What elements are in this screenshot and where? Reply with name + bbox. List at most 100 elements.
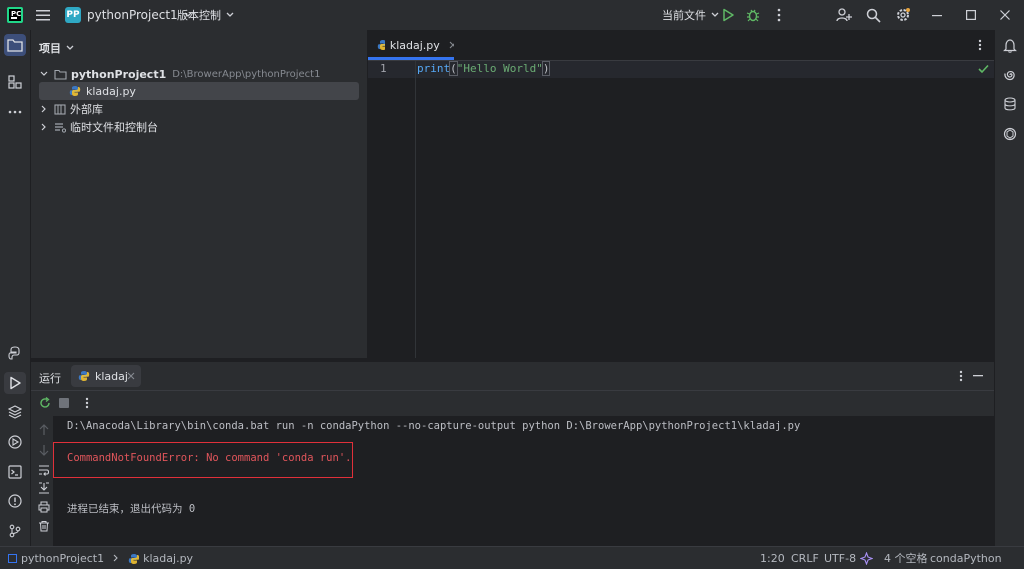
- problems-tool-button[interactable]: [4, 490, 26, 512]
- run-tab-label: kladaj: [95, 369, 128, 383]
- pycharm-logo-icon[interactable]: PC: [7, 0, 23, 30]
- left-tool-strip: [0, 30, 31, 546]
- main-menu-icon[interactable]: [36, 0, 50, 30]
- editor-tab-kladaj[interactable]: kladaj.py: [368, 30, 454, 60]
- layers-icon: [8, 405, 22, 419]
- breadcrumb-file[interactable]: kladaj.py: [143, 552, 193, 565]
- chevron-down-icon: [40, 71, 48, 76]
- more-tools-icon[interactable]: [4, 101, 26, 123]
- services-tool-button[interactable]: [4, 431, 26, 453]
- line-separator[interactable]: CRLF: [791, 547, 819, 569]
- editor-area: kladaj.py 1 print("Hello World"): [368, 30, 994, 358]
- soft-wrap-icon[interactable]: [38, 464, 50, 476]
- caret-position[interactable]: 1:20: [760, 547, 785, 569]
- status-bar: pythonProject1 kladaj.py 1:20 CRLF UTF-8…: [0, 546, 1024, 569]
- sciview-button[interactable]: [999, 123, 1021, 145]
- code-string: "Hello World": [456, 62, 543, 75]
- database-button[interactable]: [999, 93, 1021, 115]
- git-tool-button[interactable]: [4, 520, 26, 542]
- python-file-icon: [69, 86, 81, 96]
- run-tool-button[interactable]: [4, 372, 26, 394]
- right-tool-strip: [994, 30, 1024, 546]
- vcs-selector[interactable]: 版本控制: [177, 0, 234, 30]
- project-name: pythonProject1: [87, 8, 178, 22]
- gutter-divider: [415, 61, 416, 358]
- folder-icon: [54, 69, 67, 80]
- python-interpreter[interactable]: condaPython: [930, 547, 1002, 569]
- run-button[interactable]: [722, 0, 734, 30]
- structure-tool-button[interactable]: [4, 71, 26, 93]
- search-icon[interactable]: [866, 0, 881, 30]
- clear-trash-icon[interactable]: [38, 520, 50, 532]
- scroll-down-icon[interactable]: [39, 444, 49, 456]
- chevron-down-icon: [226, 12, 234, 17]
- tree-item-scratches[interactable]: 临时文件和控制台: [39, 118, 158, 136]
- settings-gear-icon[interactable]: [895, 0, 911, 30]
- services-icon: [8, 435, 22, 449]
- add-user-icon[interactable]: [836, 0, 852, 30]
- layers-tool-button[interactable]: [4, 401, 26, 423]
- python-console-button[interactable]: [4, 342, 26, 364]
- tree-item-label: 外部库: [70, 103, 103, 116]
- tree-item-external-libraries[interactable]: 外部库: [39, 100, 103, 118]
- rerun-icon[interactable]: [39, 397, 51, 409]
- git-branch-icon: [9, 524, 21, 538]
- folder-icon: [7, 39, 23, 52]
- structure-icon: [8, 75, 22, 89]
- bug-icon: [746, 9, 760, 22]
- warning-circle-icon: [8, 494, 22, 508]
- indent-setting[interactable]: 4 个空格: [884, 547, 928, 569]
- project-icon: [8, 553, 17, 563]
- inspection-ok-icon[interactable]: [978, 64, 989, 74]
- run-config-label: 当前文件: [662, 9, 706, 22]
- stop-icon[interactable]: [59, 398, 69, 408]
- library-icon: [54, 103, 66, 115]
- maximize-window-icon[interactable]: [966, 0, 976, 30]
- close-tab-icon[interactable]: [449, 41, 454, 49]
- code-paren-open: (: [449, 61, 458, 76]
- chevron-right-icon: [41, 105, 46, 113]
- python-icon: [8, 346, 20, 360]
- title-bar: PC PP pythonProject1 版本控制 当前文件: [0, 0, 1024, 31]
- run-panel-options-icon[interactable]: [959, 370, 963, 382]
- bell-icon: [1003, 38, 1017, 53]
- run-toolbar-more-icon[interactable]: [85, 397, 89, 409]
- editor-tab-options-icon[interactable]: [978, 39, 982, 51]
- terminal-tool-button[interactable]: [4, 461, 26, 483]
- tree-item-kladaj[interactable]: kladaj.py: [69, 82, 136, 100]
- minimize-panel-icon[interactable]: [973, 375, 983, 377]
- print-icon[interactable]: [38, 501, 50, 513]
- project-panel-header[interactable]: 项目: [39, 40, 74, 56]
- project-selector[interactable]: PP pythonProject1: [65, 0, 192, 30]
- ai-status-icon[interactable]: [860, 547, 873, 569]
- tree-item-project-root[interactable]: pythonProject1 D:\BrowerApp\pythonProjec…: [39, 65, 320, 83]
- file-encoding[interactable]: UTF-8: [824, 547, 856, 569]
- project-badge: PP: [65, 7, 81, 23]
- code-line[interactable]: print("Hello World"): [417, 61, 551, 76]
- spiral-icon: [1004, 70, 1015, 81]
- project-tool-button[interactable]: [4, 34, 26, 56]
- play-icon: [723, 8, 734, 22]
- code-function: print: [417, 62, 451, 75]
- scroll-to-end-icon[interactable]: [38, 482, 50, 494]
- run-panel-title: 运行: [39, 372, 61, 385]
- tree-item-label: kladaj.py: [86, 84, 136, 98]
- run-panel-header: 运行 kladaj: [31, 362, 994, 391]
- minimize-window-icon[interactable]: [932, 0, 942, 30]
- scroll-up-icon[interactable]: [39, 424, 49, 436]
- close-window-icon[interactable]: [1000, 0, 1010, 30]
- breadcrumb-project[interactable]: pythonProject1: [21, 552, 104, 565]
- more-actions-icon[interactable]: [777, 0, 781, 30]
- breadcrumb: pythonProject1 kladaj.py: [8, 547, 193, 569]
- run-config-selector[interactable]: 当前文件: [662, 0, 719, 30]
- console-output[interactable]: D:\Anacoda\Library\bin\conda.bat run -n …: [53, 416, 994, 546]
- notifications-button[interactable]: [999, 34, 1021, 56]
- chevron-down-icon: [711, 12, 719, 17]
- debug-button[interactable]: [746, 0, 760, 30]
- python-file-icon: [78, 371, 90, 381]
- ai-assistant-button[interactable]: [999, 64, 1021, 86]
- python-file-icon: [377, 40, 385, 50]
- scratches-icon: [55, 122, 66, 133]
- chevron-down-icon: [66, 45, 74, 50]
- close-run-tab-icon[interactable]: [127, 372, 135, 380]
